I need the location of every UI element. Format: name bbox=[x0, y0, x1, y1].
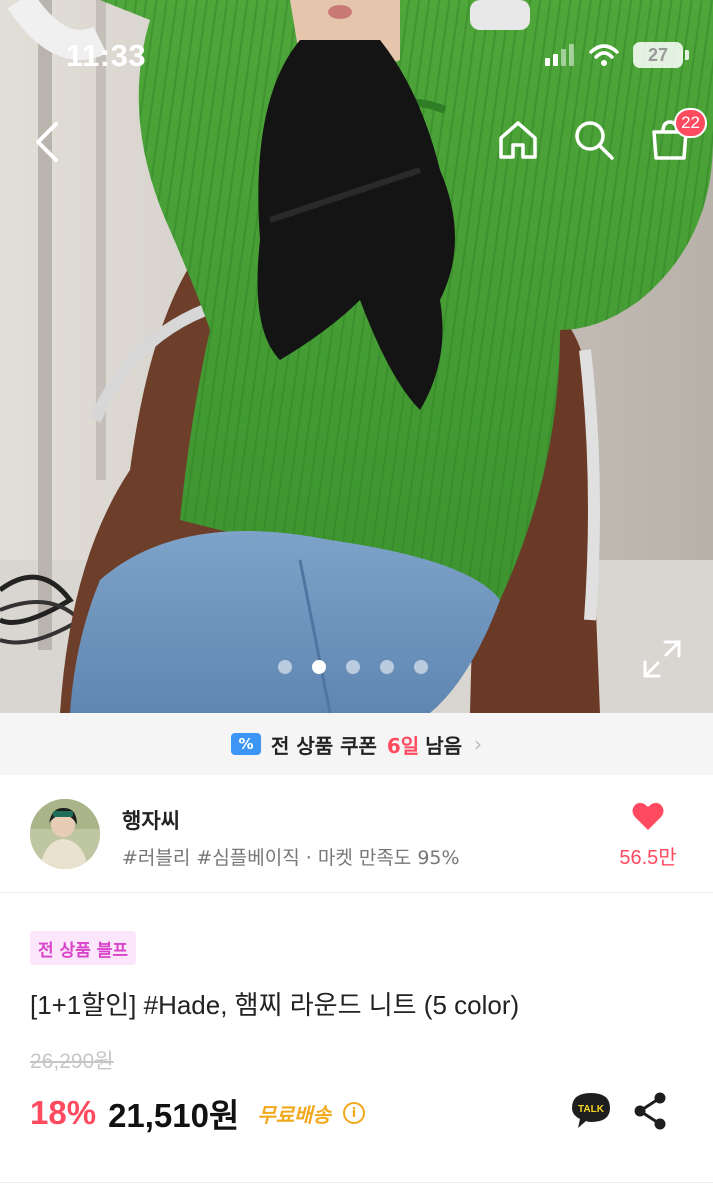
back-button[interactable] bbox=[26, 112, 70, 172]
like-button[interactable]: 56.5만 bbox=[613, 801, 683, 870]
carousel-dot[interactable] bbox=[277, 660, 292, 674]
home-button[interactable] bbox=[493, 112, 543, 168]
carousel-dot[interactable] bbox=[413, 660, 428, 674]
free-shipping-label: 무료배송 bbox=[257, 1102, 331, 1127]
kakao-talk-button[interactable]: TALK bbox=[569, 1089, 613, 1133]
status-icons: 27 bbox=[545, 42, 689, 68]
fullscreen-button[interactable] bbox=[641, 638, 683, 680]
cart-button[interactable]: 22 bbox=[645, 108, 707, 168]
carousel-dot-active[interactable] bbox=[311, 660, 326, 674]
coupon-banner[interactable]: % 전 상품 쿠폰 6일 남음 › bbox=[0, 713, 713, 775]
product-image-carousel[interactable]: 11:33 27 22 bbox=[0, 0, 713, 713]
chevron-left-icon bbox=[36, 122, 58, 162]
chevron-right-icon: › bbox=[474, 732, 483, 756]
section-divider bbox=[0, 1182, 713, 1183]
shop-name[interactable]: 행자씨 bbox=[122, 805, 180, 835]
search-button[interactable] bbox=[569, 112, 619, 168]
price-row: 18% 21,510원 무료배송 i bbox=[30, 1089, 365, 1137]
product-title: [1+1할인] #Hade, 햄찌 라운드 니트 (5 color) bbox=[30, 990, 520, 1020]
wifi-icon bbox=[589, 44, 619, 66]
promo-tag: 전 상품 블프 bbox=[30, 931, 137, 965]
sale-price: 21,510원 bbox=[108, 1097, 240, 1134]
coupon-days-left: 6일 bbox=[386, 733, 420, 758]
status-bar: 11:33 27 bbox=[0, 0, 713, 110]
top-nav-actions: 22 bbox=[493, 108, 707, 168]
search-icon bbox=[575, 121, 614, 160]
info-icon[interactable]: i bbox=[342, 1102, 365, 1124]
carousel-dot[interactable] bbox=[345, 660, 360, 674]
shop-tags-satisfaction: #러블리 #심플베이직 · 마켓 만족도 95% bbox=[122, 847, 460, 869]
carousel-dot[interactable] bbox=[379, 660, 394, 674]
coupon-text: 전 상품 쿠폰 bbox=[270, 733, 377, 758]
cellular-signal-icon bbox=[545, 44, 574, 66]
shop-avatar[interactable] bbox=[30, 799, 100, 869]
coupon-remain-label: 남음 bbox=[425, 733, 463, 758]
talk-icon: TALK bbox=[572, 1093, 610, 1128]
battery-indicator: 27 bbox=[633, 42, 689, 68]
home-icon bbox=[499, 121, 537, 159]
status-time: 11:33 bbox=[66, 38, 147, 73]
share-icon bbox=[634, 1092, 666, 1130]
avatar-image bbox=[30, 799, 100, 869]
original-price: 26,290원 bbox=[30, 1050, 114, 1073]
like-count: 56.5만 bbox=[619, 847, 677, 869]
svg-text:TALK: TALK bbox=[578, 1104, 605, 1115]
coupon-icon: % bbox=[230, 733, 261, 755]
product-info: 전 상품 블프 [1+1할인] #Hade, 햄찌 라운드 니트 (5 colo… bbox=[0, 893, 713, 1183]
heart-icon bbox=[632, 802, 664, 830]
shop-info[interactable]: 행자씨 #러블리 #심플베이직 · 마켓 만족도 95% 56.5만 bbox=[0, 775, 713, 893]
carousel-indicator bbox=[0, 660, 709, 674]
expand-icon bbox=[643, 640, 681, 678]
cart-count-badge: 22 bbox=[674, 108, 707, 138]
share-button[interactable] bbox=[631, 1091, 669, 1131]
discount-rate: 18% bbox=[30, 1094, 97, 1131]
